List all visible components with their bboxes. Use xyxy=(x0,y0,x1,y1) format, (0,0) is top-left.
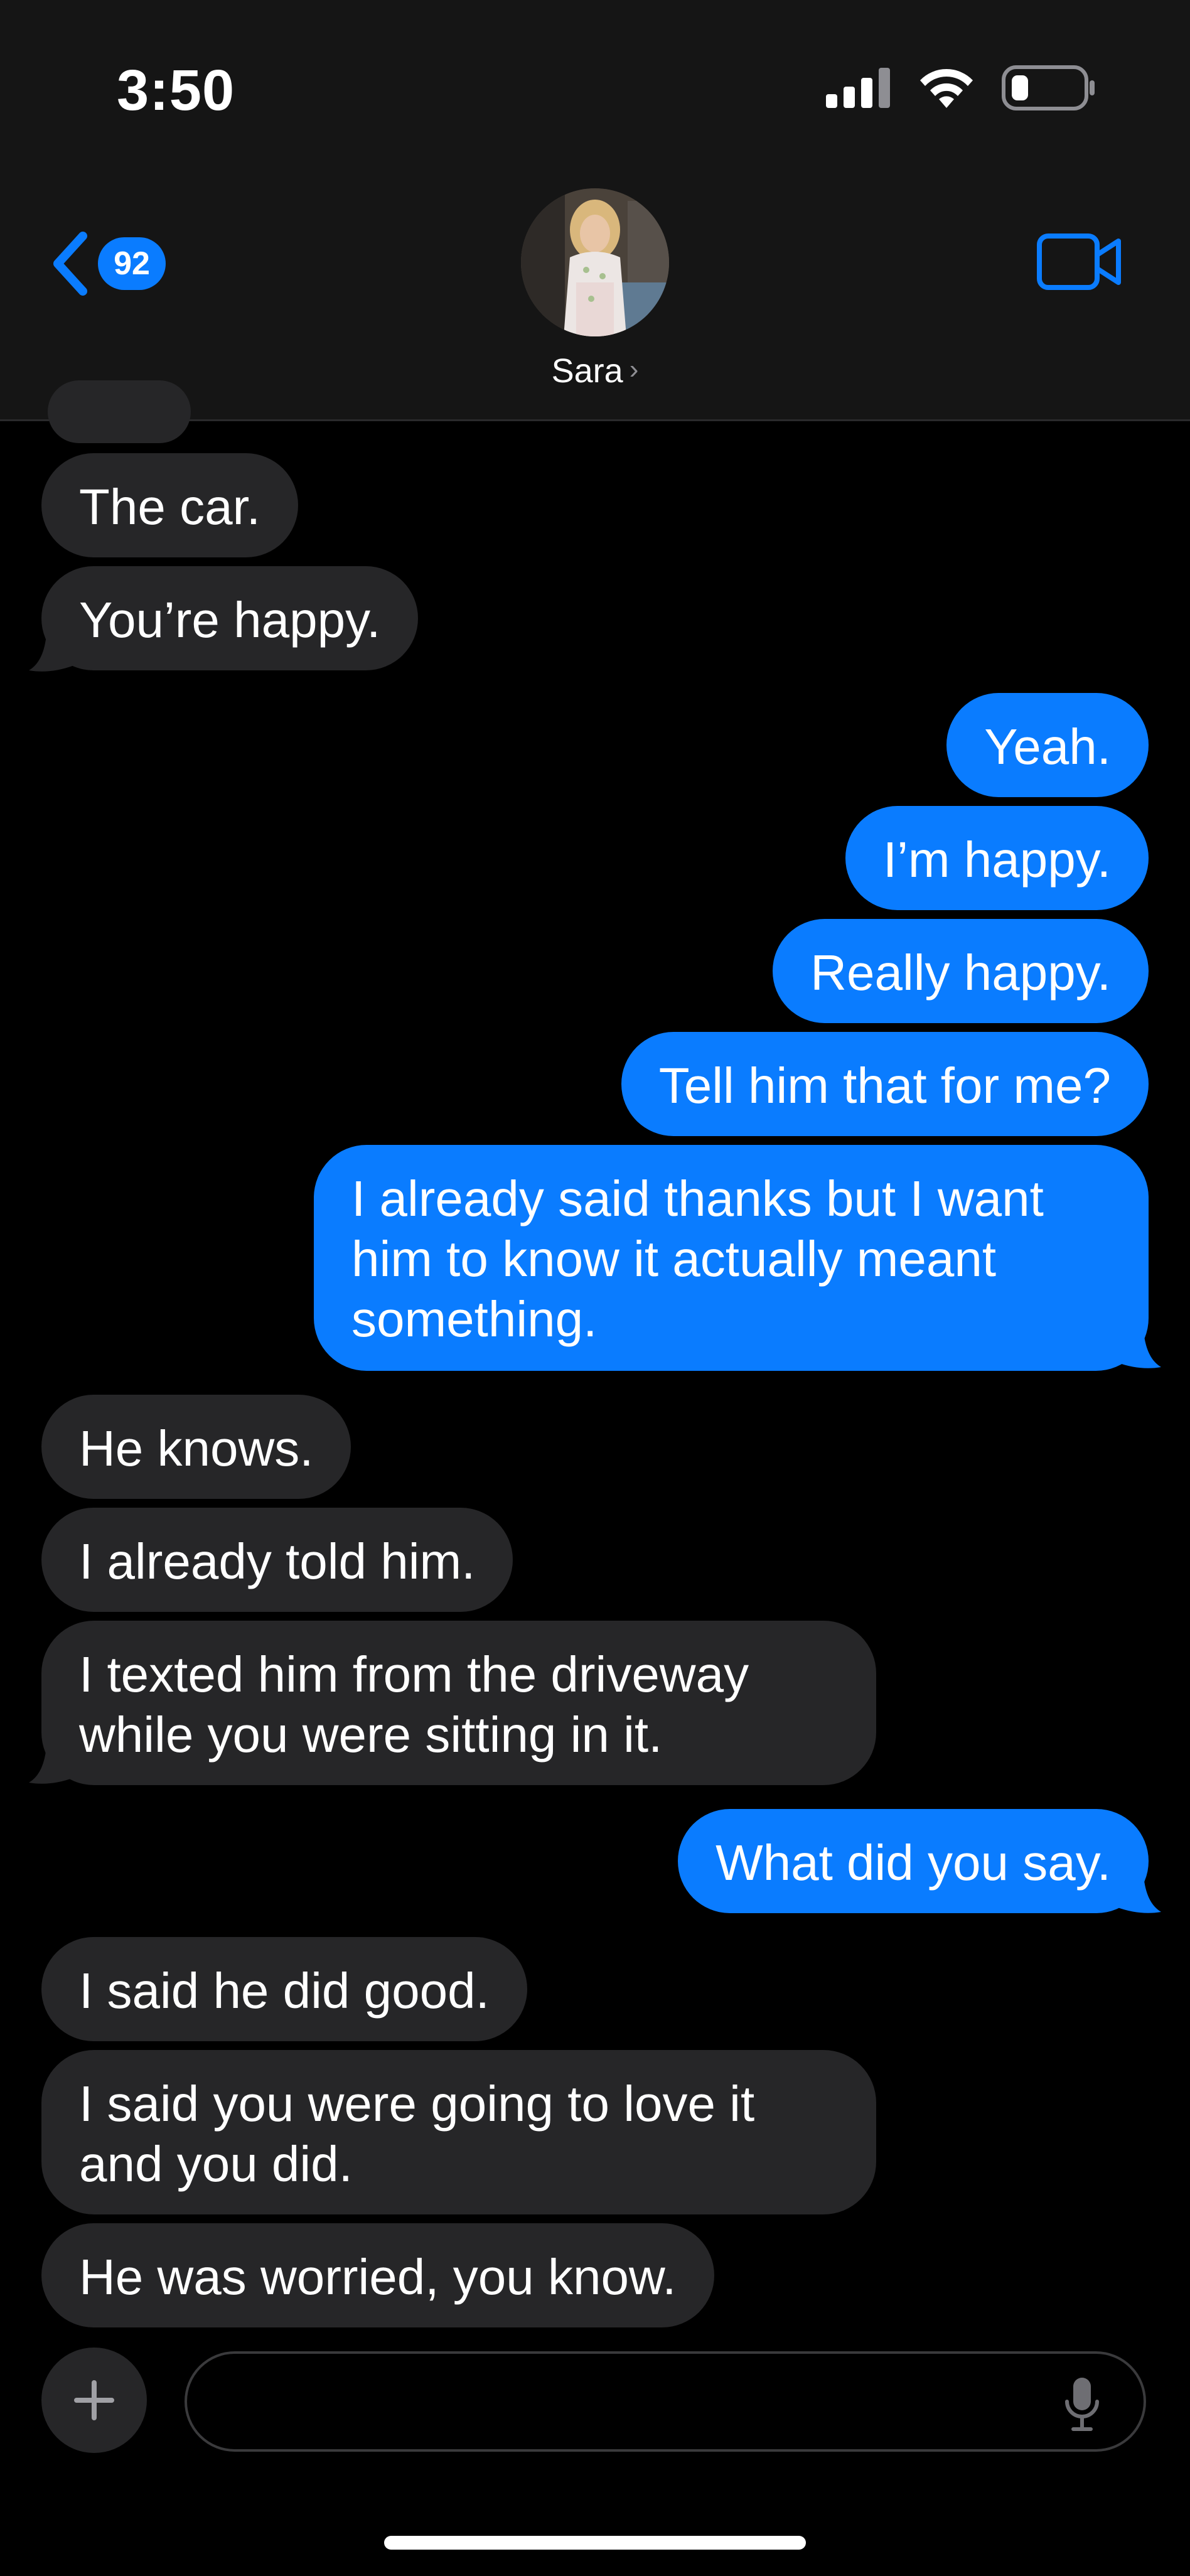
message-text: Really happy. xyxy=(810,945,1111,1001)
message-text: Tell him that for me? xyxy=(658,1058,1111,1114)
message-bubble-incoming[interactable]: I already told him. xyxy=(41,1508,513,1612)
video-camera-icon xyxy=(1037,233,1121,290)
plus-icon xyxy=(74,2380,114,2420)
signal-icon xyxy=(826,68,890,108)
message-composer[interactable] xyxy=(185,2351,1146,2452)
message-bubble-incoming[interactable]: I said he did good. xyxy=(41,1937,527,2041)
message-bubble-outgoing[interactable]: Really happy. xyxy=(773,919,1149,1023)
video-call-button[interactable] xyxy=(1037,233,1122,293)
message-text: I said he did good. xyxy=(79,1963,490,2019)
add-attachment-button[interactable] xyxy=(41,2348,147,2453)
message-text: He was worried, you know. xyxy=(79,2249,677,2305)
status-icons xyxy=(826,63,1096,113)
message-bubble-outgoing[interactable]: I’m happy. xyxy=(845,806,1149,910)
back-button[interactable]: 92 xyxy=(50,226,166,301)
contact-avatar[interactable] xyxy=(521,188,669,336)
message-bubble-outgoing[interactable]: I already said thanks but I want him to … xyxy=(314,1145,1149,1371)
message-bubble-incoming[interactable]: He knows. xyxy=(41,1395,351,1499)
message-bubble-incoming[interactable]: I texted him from the driveway while you… xyxy=(41,1621,876,1785)
unread-count-badge: 92 xyxy=(98,237,166,290)
chevron-right-icon: › xyxy=(629,354,639,385)
contact-name-button[interactable]: Sara › xyxy=(0,352,1190,390)
bubble-tail xyxy=(1116,1876,1161,1913)
bubble-tail xyxy=(29,634,74,672)
bubble-tail xyxy=(1116,1331,1161,1368)
message-text: He knows. xyxy=(79,1420,314,1476)
message-text: What did you say. xyxy=(716,1835,1111,1891)
message-text: The car. xyxy=(79,479,261,535)
message-bubble-incoming[interactable]: You’re happy. xyxy=(41,566,419,670)
message-text: You’re happy. xyxy=(79,592,381,648)
conversation-header: 3:50 92 Sara › xyxy=(0,0,1190,421)
message-text: I already told him. xyxy=(79,1533,476,1589)
message-bubble-incoming[interactable]: He was worried, you know. xyxy=(41,2223,714,2327)
message-bubble-outgoing[interactable]: What did you say. xyxy=(678,1809,1149,1913)
message-text: I said you were going to love it and you… xyxy=(79,2076,755,2192)
message-bubble-outgoing[interactable]: Yeah. xyxy=(946,693,1149,797)
microphone-icon[interactable] xyxy=(1064,2376,1100,2432)
message-bubble-outgoing[interactable]: Tell him that for me? xyxy=(621,1032,1149,1136)
message-text: I already said thanks but I want him to … xyxy=(351,1171,1044,1347)
message-input[interactable] xyxy=(218,2366,1037,2438)
bubble-tail xyxy=(29,1746,74,1784)
contact-name: Sara xyxy=(551,352,623,390)
status-time: 3:50 xyxy=(117,58,235,122)
message-text: I’m happy. xyxy=(882,832,1111,888)
home-indicator[interactable] xyxy=(384,2536,806,2550)
wifi-icon xyxy=(920,69,973,108)
message-bubble-incoming[interactable]: The car. xyxy=(41,453,299,557)
message-bubble-incoming-partial xyxy=(48,380,191,443)
message-bubble-incoming[interactable]: I said you were going to love it and you… xyxy=(41,2050,876,2214)
battery-icon xyxy=(1002,65,1095,110)
message-text: Yeah. xyxy=(984,719,1111,775)
message-text: I texted him from the driveway while you… xyxy=(79,1646,749,1763)
chevron-left-icon xyxy=(53,232,87,296)
